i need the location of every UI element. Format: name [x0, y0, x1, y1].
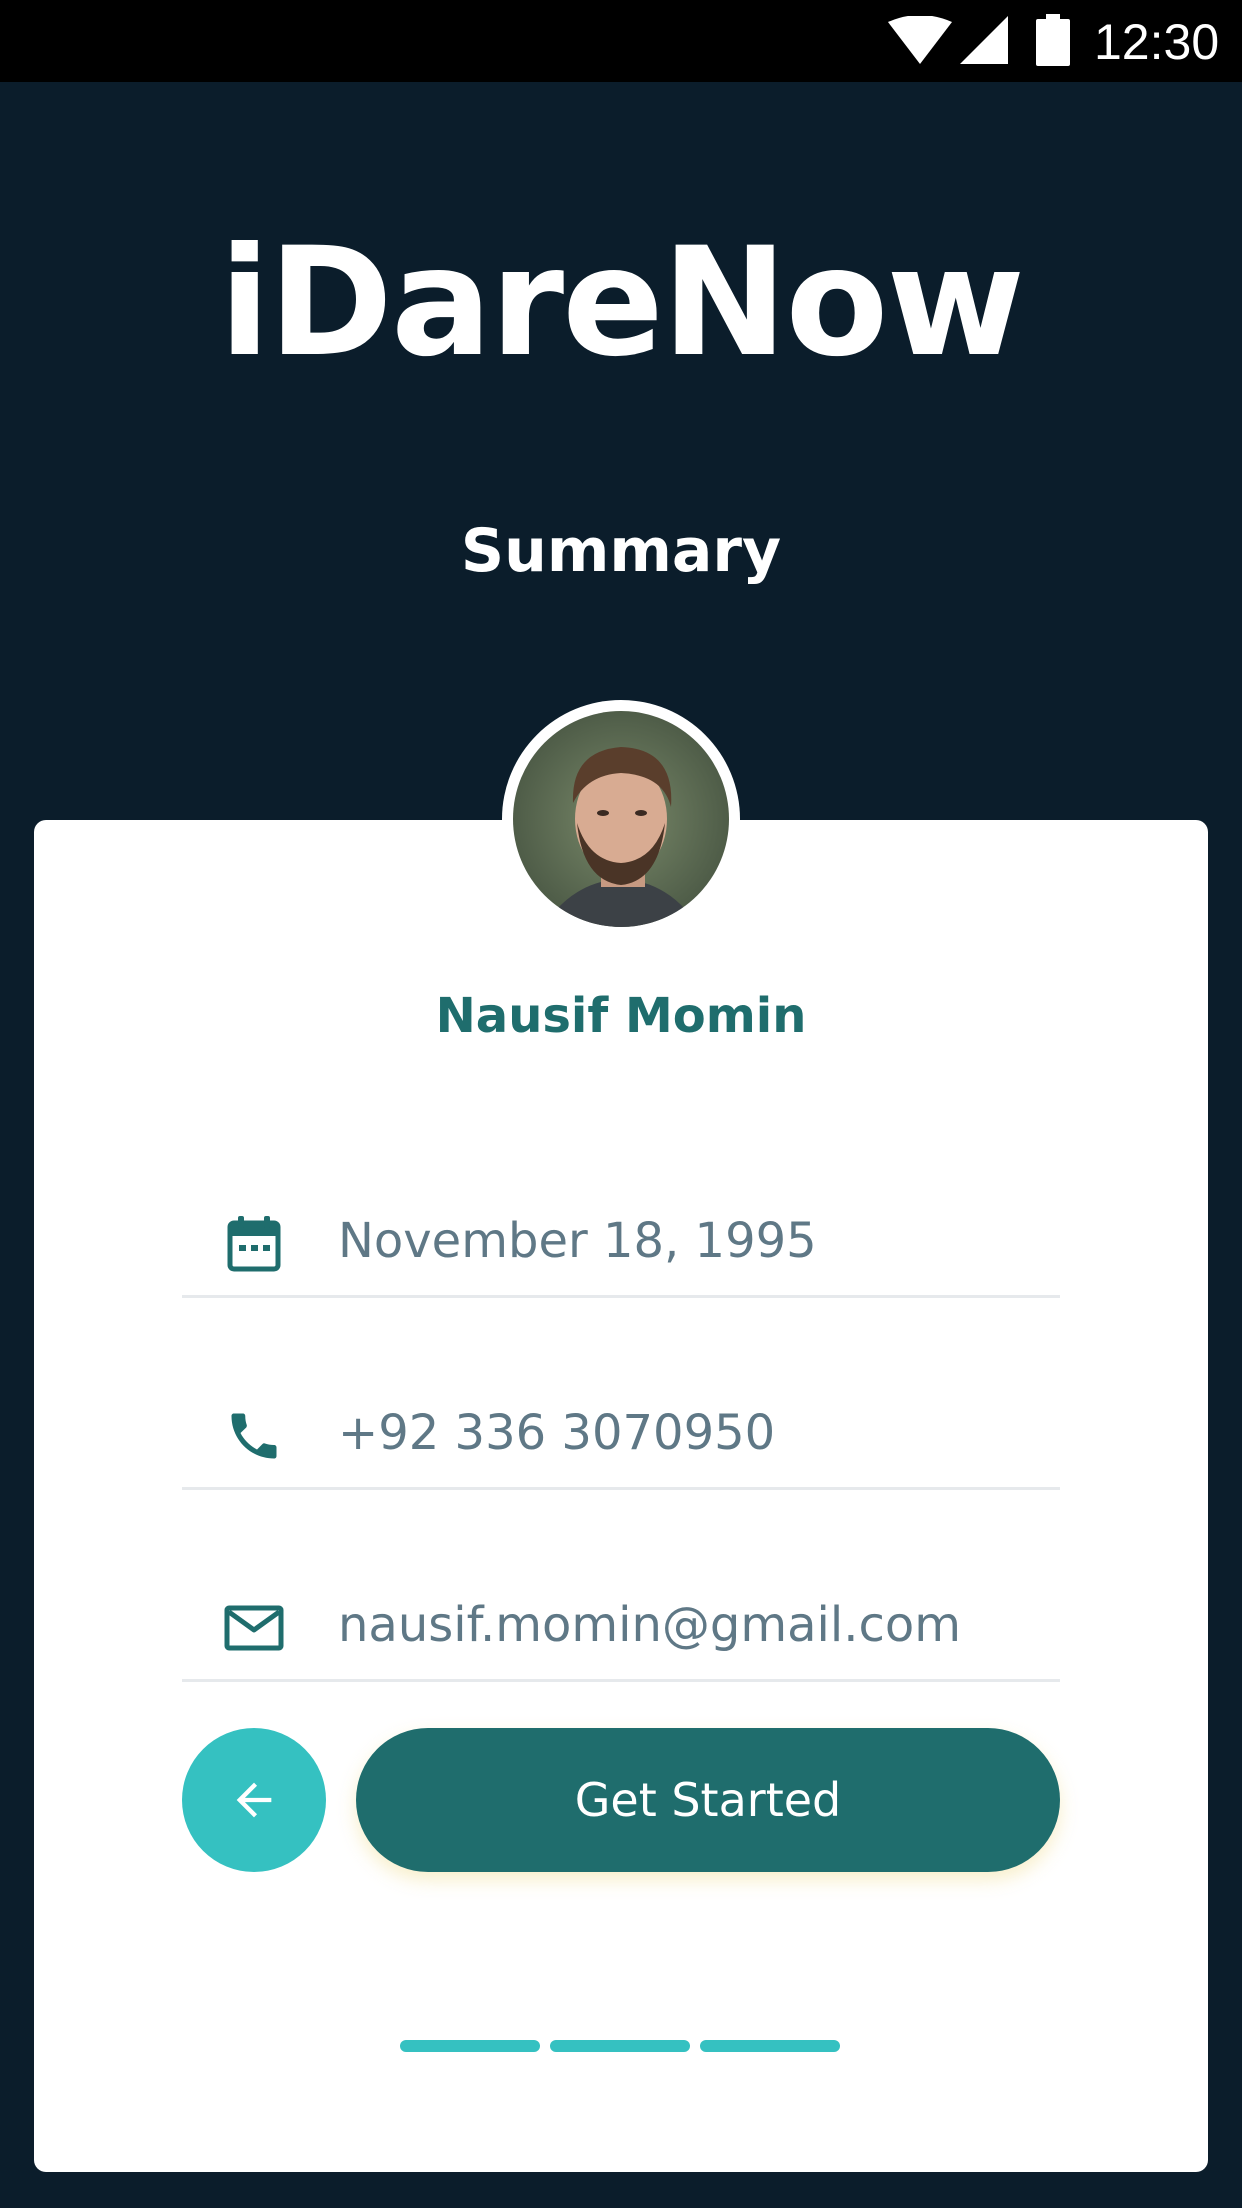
- avatar: [502, 700, 740, 938]
- back-button[interactable]: [182, 1728, 326, 1872]
- progress-step-2: [550, 2040, 690, 2052]
- profile-photo: [513, 711, 729, 927]
- arrow-left-icon: [236, 1782, 272, 1818]
- phone-icon: [231, 1413, 277, 1459]
- progress-step-3: [700, 2040, 840, 2052]
- user-name: Nausif Momin: [435, 988, 807, 1044]
- progress-step-1: [400, 2040, 540, 2052]
- phone-field[interactable]: +92 336 3070950: [182, 1370, 1060, 1490]
- calendar-icon: [227, 1216, 281, 1272]
- page-title: Summary: [460, 516, 782, 586]
- battery-icon: [1036, 14, 1070, 66]
- get-started-button[interactable]: Get Started: [356, 1728, 1060, 1872]
- status-bar: 12:30: [0, 0, 1242, 82]
- date-of-birth-value: November 18, 1995: [338, 1213, 817, 1269]
- email-value: nausif.momin@gmail.com: [338, 1597, 961, 1653]
- wifi-icon: [888, 16, 952, 64]
- cell-signal-icon: [960, 16, 1008, 64]
- status-time: 12:30: [1094, 14, 1220, 70]
- date-of-birth-field[interactable]: November 18, 1995: [182, 1178, 1060, 1298]
- app-title: iDareNow: [218, 216, 1025, 390]
- phone-value: +92 336 3070950: [338, 1405, 776, 1461]
- mail-icon: [224, 1605, 284, 1651]
- email-field[interactable]: nausif.momin@gmail.com: [182, 1562, 1060, 1682]
